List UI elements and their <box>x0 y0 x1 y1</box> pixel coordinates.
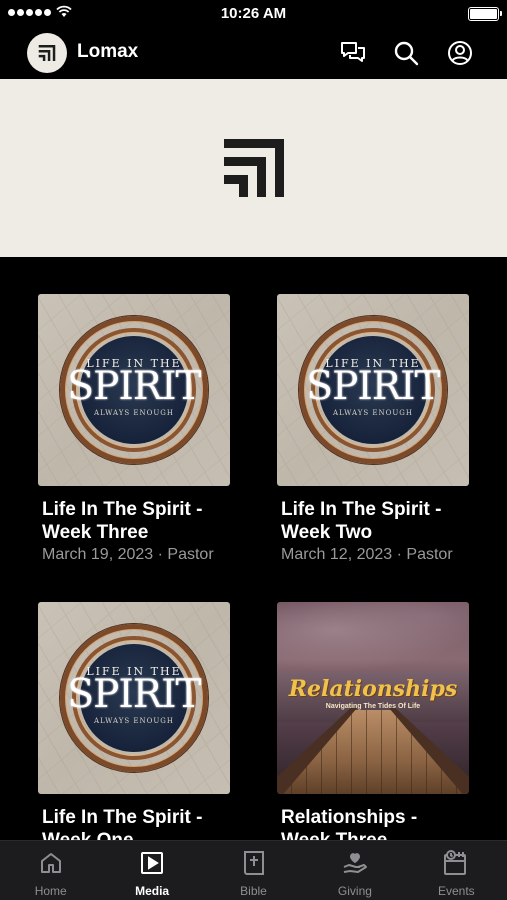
artwork-title: SPIRIT <box>306 364 440 409</box>
tab-label: Events <box>437 884 475 898</box>
artwork-subtitle: ALWAYS ENOUGH <box>333 409 413 417</box>
tab-label: Home <box>34 884 67 898</box>
status-time: 10:26 AM <box>220 5 287 22</box>
tab-bar: Home Media Bible Giving Events <box>0 840 507 900</box>
tab-events[interactable]: Events <box>406 841 507 900</box>
tab-media[interactable]: Media <box>101 841 202 900</box>
artwork-title: SPIRIT <box>67 672 201 717</box>
events-icon <box>442 849 470 877</box>
media-title: Life In The Spirit - Week One <box>42 807 203 840</box>
media-meta: March 12, 2023 · Pastor <box>281 546 453 563</box>
media-card[interactable]: LIFE IN THE SPIRIT ALWAYS ENOUGH Life In… <box>277 294 471 564</box>
chat-icon[interactable] <box>338 38 368 68</box>
app-header: Lomax <box>0 26 507 79</box>
giving-icon <box>341 849 369 877</box>
media-card[interactable]: LIFE IN THE SPIRIT ALWAYS ENOUGH Life In… <box>38 602 232 840</box>
search-icon[interactable] <box>391 38 421 68</box>
tab-home[interactable]: Home <box>0 841 101 900</box>
battery-icon <box>468 7 502 21</box>
bible-icon <box>240 849 268 877</box>
lomax-logo-icon <box>38 45 56 61</box>
app-logo[interactable] <box>27 33 67 73</box>
tab-label: Bible <box>240 884 267 898</box>
sermon-artwork: LIFE IN THE SPIRIT ALWAYS ENOUGH <box>277 294 469 486</box>
sermon-artwork: LIFE IN THE SPIRIT ALWAYS ENOUGH <box>38 294 230 486</box>
play-icon <box>138 849 166 877</box>
tab-giving[interactable]: Giving <box>304 841 405 900</box>
tab-bible[interactable]: Bible <box>203 841 304 900</box>
media-title: Relationships - Week Three <box>281 807 418 840</box>
media-card[interactable]: Relationships Navigating The Tides Of Li… <box>277 602 471 840</box>
artwork-title: Relationships <box>288 676 458 702</box>
artwork-subtitle: Navigating The Tides Of Life <box>325 703 421 710</box>
media-title: Life In The Spirit - Week Three <box>42 499 203 543</box>
sermon-artwork: Relationships Navigating The Tides Of Li… <box>277 602 469 794</box>
artwork-subtitle: ALWAYS ENOUGH <box>94 409 174 417</box>
media-title: Life In The Spirit - Week Two <box>281 499 442 543</box>
account-icon[interactable] <box>445 38 475 68</box>
sermon-artwork: LIFE IN THE SPIRIT ALWAYS ENOUGH <box>38 602 230 794</box>
artwork-title: SPIRIT <box>67 364 201 409</box>
media-card[interactable]: LIFE IN THE SPIRIT ALWAYS ENOUGH Life In… <box>38 294 232 564</box>
media-grid: LIFE IN THE SPIRIT ALWAYS ENOUGH Life In… <box>0 257 507 840</box>
brand-banner <box>0 79 507 257</box>
artwork-subtitle: ALWAYS ENOUGH <box>94 717 174 725</box>
home-icon <box>37 849 65 877</box>
tab-label: Giving <box>337 884 372 898</box>
app-name: Lomax <box>77 41 139 62</box>
media-meta: March 19, 2023 · Pastor <box>42 546 214 563</box>
lomax-logo-icon <box>223 139 284 197</box>
status-bar: 10:26 AM <box>0 0 507 26</box>
tab-label: Media <box>135 884 170 898</box>
